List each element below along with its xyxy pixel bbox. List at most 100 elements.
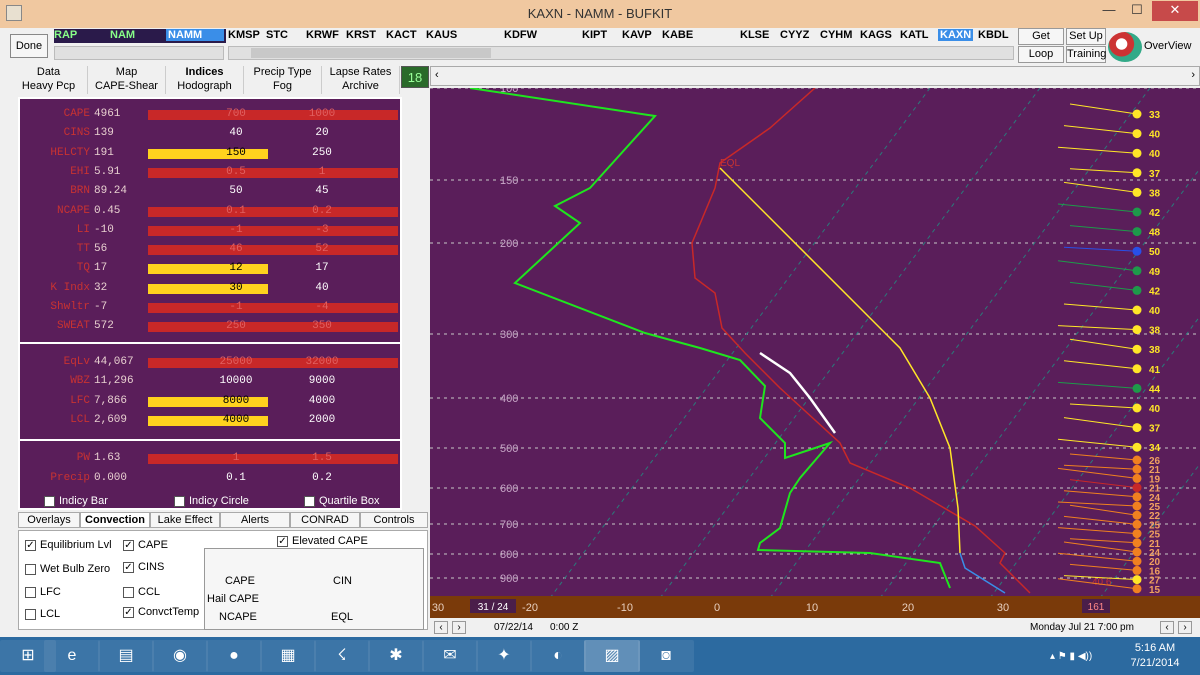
station-stc[interactable]: STC bbox=[266, 29, 288, 41]
station-kavp[interactable]: KAVP bbox=[622, 29, 652, 41]
indicy-circle-checkbox[interactable]: Indicy Circle bbox=[174, 495, 249, 507]
next-icon[interactable]: › bbox=[1178, 621, 1192, 634]
station-kipt[interactable]: KIPT bbox=[582, 29, 607, 41]
station-kags[interactable]: KAGS bbox=[860, 29, 892, 41]
station-nam[interactable]: NAM bbox=[110, 29, 135, 41]
station-namm[interactable]: NAMM bbox=[166, 29, 224, 41]
station-cyhm[interactable]: CYHM bbox=[820, 29, 852, 41]
tab-lake-effect[interactable]: Lake Effect bbox=[150, 512, 220, 528]
index-row: LCL 2,609 4000 2000 bbox=[20, 414, 400, 428]
index-quartile-2: 1000 bbox=[308, 108, 336, 120]
app-icon[interactable]: ✱ bbox=[368, 640, 424, 672]
tab-conrad[interactable]: CONRAD bbox=[290, 512, 360, 528]
mail-icon[interactable]: ✉ bbox=[422, 640, 478, 672]
station-cyyz[interactable]: CYYZ bbox=[780, 29, 809, 41]
station-kabe[interactable]: KABE bbox=[662, 29, 693, 41]
wind-barb bbox=[1057, 260, 1138, 272]
wind-marker bbox=[1132, 109, 1142, 119]
pressure-label: 900 bbox=[500, 573, 518, 585]
pressure-label: 800 bbox=[500, 549, 518, 561]
wind-barb bbox=[1069, 479, 1138, 489]
tab-controls[interactable]: Controls bbox=[360, 512, 428, 528]
station-kact[interactable]: KACT bbox=[386, 29, 417, 41]
tab-heavy-pcp[interactable]: Heavy Pcp bbox=[10, 80, 88, 94]
station-kaus[interactable]: KAUS bbox=[426, 29, 457, 41]
overview-button[interactable]: OverView bbox=[1144, 40, 1191, 52]
done-button[interactable]: Done bbox=[10, 34, 48, 58]
tab-alerts[interactable]: Alerts bbox=[220, 512, 290, 528]
twitter-icon[interactable]: ✦ bbox=[476, 640, 532, 672]
runner-icon[interactable]: ☇ bbox=[314, 640, 370, 672]
skewt-scrollbar[interactable]: ‹ › bbox=[430, 66, 1200, 86]
bufkit-taskbar-icon[interactable]: ▨ bbox=[584, 640, 640, 672]
station-krst[interactable]: KRST bbox=[346, 29, 376, 41]
tab-data[interactable]: Data bbox=[10, 66, 88, 80]
station-kbdl[interactable]: KBDL bbox=[978, 29, 1009, 41]
tab-indices[interactable]: Indices bbox=[166, 66, 244, 80]
clock[interactable]: 5:16 AM 7/21/2014 bbox=[1120, 641, 1190, 671]
index-row: SWEAT 572 250 350 bbox=[20, 320, 400, 334]
lfc-checkbox[interactable]: LFC bbox=[25, 586, 61, 598]
file-explorer-icon[interactable]: ▤ bbox=[98, 640, 154, 672]
station-kdfw[interactable]: KDFW bbox=[504, 29, 537, 41]
maximize-icon[interactable]: ☐ bbox=[1124, 1, 1150, 21]
station-kaxn[interactable]: KAXN bbox=[938, 29, 974, 41]
cins-checkbox[interactable]: ✓ CINS bbox=[123, 561, 164, 573]
elevated-cape-checkbox[interactable]: ✓ Elevated CAPE bbox=[277, 535, 368, 547]
lcl-checkbox[interactable]: LCL bbox=[25, 608, 60, 620]
prev-icon[interactable]: ‹ bbox=[434, 621, 448, 634]
model-scrollbar[interactable] bbox=[54, 46, 224, 60]
station-krwf[interactable]: KRWF bbox=[306, 29, 339, 41]
tab-archive[interactable]: Archive bbox=[322, 80, 400, 94]
station-klse[interactable]: KLSE bbox=[740, 29, 769, 41]
prev-icon[interactable]: ‹ bbox=[1160, 621, 1174, 634]
index-bar bbox=[148, 225, 398, 236]
index-row: LFC 7,866 8000 4000 bbox=[20, 395, 400, 409]
tab-map[interactable]: Map bbox=[88, 66, 166, 80]
tab-overlays[interactable]: Overlays bbox=[18, 512, 80, 528]
tab-lapse-rates[interactable]: Lapse Rates bbox=[322, 66, 400, 80]
training-button[interactable]: Training bbox=[1066, 46, 1106, 63]
close-icon[interactable]: ✕ bbox=[1152, 1, 1198, 21]
station-katl[interactable]: KATL bbox=[900, 29, 929, 41]
set-up-button[interactable]: Set Up bbox=[1066, 28, 1106, 45]
indicy-bar-checkbox[interactable]: ✓ Indicy Bar bbox=[44, 495, 108, 507]
tab-precip-type[interactable]: Precip Type bbox=[244, 66, 322, 80]
equilibrium-lvl-checkbox[interactable]: ✓ Equilibrium Lvl bbox=[25, 539, 112, 551]
scroll-left-icon[interactable]: ‹ bbox=[435, 69, 439, 81]
tab-hodograph[interactable]: Hodograph bbox=[166, 80, 244, 94]
tab-convection[interactable]: Convection bbox=[80, 512, 150, 528]
index-value: 89.24 bbox=[94, 185, 128, 198]
checkbox-label: ConvctTemp bbox=[138, 606, 200, 618]
get-data-button[interactable]: Get Data bbox=[1018, 28, 1064, 57]
skewt-diagram[interactable]: 100 150 200 300 400 500 600 700 800 900 30 -20 -10 0 1… bbox=[430, 88, 1200, 618]
station-rap[interactable]: RAP bbox=[54, 29, 77, 41]
quartile-box-checkbox[interactable]: ✓ Quartile Box bbox=[304, 495, 380, 507]
tab-fog[interactable]: Fog bbox=[244, 80, 322, 94]
moon-icon[interactable]: ◐ bbox=[530, 640, 586, 672]
index-quartile-1: 0.1 bbox=[226, 204, 246, 217]
tray-icons[interactable]: ▴ ⚑ ▮ ◀)) bbox=[1050, 651, 1092, 662]
index-quartile-1: 4000 bbox=[222, 413, 250, 426]
convcttemp-checkbox[interactable]: ✓ ConvctTemp bbox=[123, 606, 199, 618]
ie-icon[interactable]: e bbox=[44, 640, 100, 672]
scroll-right-icon[interactable]: › bbox=[1191, 69, 1195, 81]
station-kmsp[interactable]: KMSP bbox=[228, 29, 260, 41]
store-icon[interactable]: ▦ bbox=[260, 640, 316, 672]
wind-barb bbox=[1069, 453, 1138, 461]
minimize-icon[interactable]: — bbox=[1096, 1, 1122, 21]
tab-cape-shear[interactable]: CAPE-Shear bbox=[88, 80, 166, 94]
loop-button[interactable]: Loop bbox=[1018, 46, 1064, 63]
station-scrollbar[interactable] bbox=[228, 46, 1014, 60]
checkbox-label: LFC bbox=[40, 586, 61, 598]
cape-checkbox[interactable]: ✓ CAPE bbox=[123, 539, 168, 551]
camera-icon[interactable]: ◙ bbox=[638, 640, 694, 672]
scroll-thumb[interactable] bbox=[251, 48, 491, 58]
wind-marker bbox=[1132, 403, 1142, 413]
ccl-checkbox[interactable]: CCL bbox=[123, 586, 160, 598]
wind-barb bbox=[1063, 125, 1138, 135]
chrome-icon[interactable]: ◉ bbox=[152, 640, 208, 672]
wet-bulb-zero-checkbox[interactable]: Wet Bulb Zero bbox=[25, 563, 110, 575]
firefox-icon[interactable]: ● bbox=[206, 640, 262, 672]
next-icon[interactable]: › bbox=[452, 621, 466, 634]
